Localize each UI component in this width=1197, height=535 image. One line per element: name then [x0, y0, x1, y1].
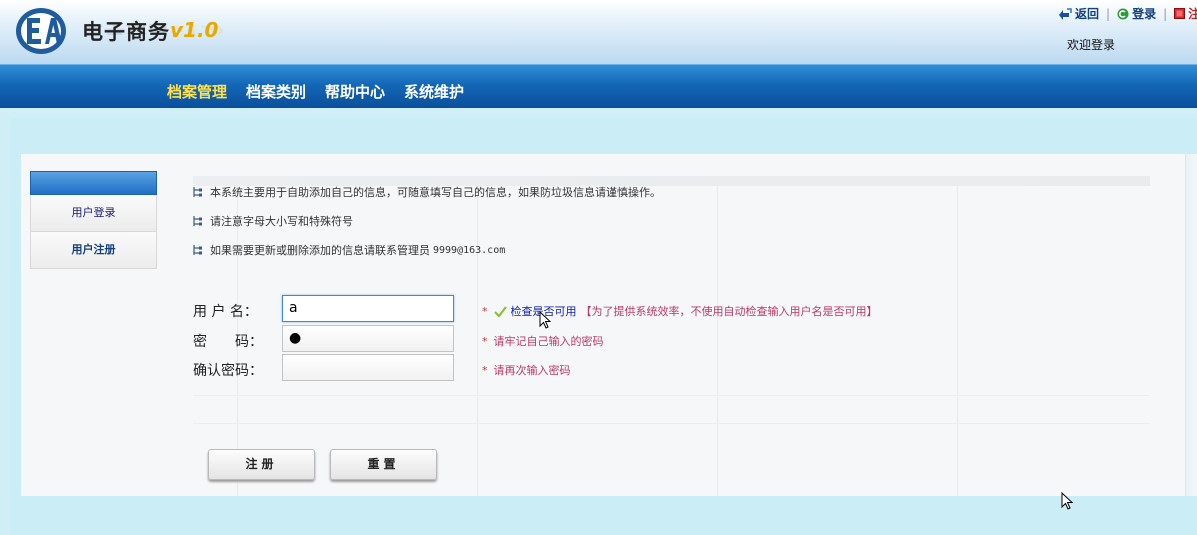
- login-link[interactable]: 登录: [1117, 5, 1156, 22]
- logo-reflection-version: v1.0: [170, 22, 225, 36]
- grid-line: [717, 186, 718, 496]
- password-label: 密 码：: [193, 334, 263, 350]
- note-item: 如果需要更新或删除添加的信息请联系管理员 9999@163.com: [193, 242, 505, 258]
- top-links: 返回 | 登录 | 注: [1058, 5, 1197, 22]
- password-hint-text: 请牢记自己输入的密码: [493, 335, 604, 348]
- sidebar-item-user-register[interactable]: 用户注册: [30, 232, 157, 269]
- nav-item-archive-category[interactable]: 档案类别: [246, 81, 306, 102]
- mouse-cursor-icon: [1061, 492, 1073, 510]
- logout-icon: [1174, 8, 1186, 19]
- main-nav: 档案管理 档案类别 帮助中心 系统维护: [167, 81, 483, 102]
- username-hint-text: 【为了提供系统效率，不使用自动检查输入用户名是否可用】: [580, 305, 878, 318]
- grid-line: [477, 186, 478, 496]
- back-link[interactable]: 返回: [1058, 5, 1099, 22]
- mouse-cursor-icon: [539, 311, 551, 329]
- nav-item-archive-management[interactable]: 档案管理: [167, 81, 227, 102]
- sidebar: 用户登录 用户注册: [30, 171, 157, 269]
- required-star: *: [482, 363, 488, 377]
- grid-line: [957, 186, 958, 496]
- reset-button[interactable]: 重置: [330, 449, 437, 480]
- header: 电子商务 v1.0 电子商务v1.0 返回 | 登录 | 注 欢迎登录: [0, 0, 1197, 64]
- link-separator: |: [1163, 6, 1168, 21]
- tree-node-icon: [193, 215, 202, 226]
- tree-node-icon: [193, 186, 202, 197]
- ea-logo-icon: [16, 8, 66, 54]
- sidebar-header: [30, 171, 157, 195]
- nav-item-system-maintenance[interactable]: 系统维护: [404, 81, 464, 102]
- username-label: 用 户 名：: [193, 304, 258, 320]
- login-icon: [1117, 8, 1129, 19]
- logout-link-label: 注: [1188, 7, 1197, 21]
- confirm-password-hint-text: 请再次输入密码: [493, 364, 571, 377]
- note-item: 请注意字母大小写和特殊符号: [193, 213, 353, 229]
- logout-link[interactable]: 注: [1174, 5, 1197, 22]
- back-arrow-icon: [1059, 7, 1072, 20]
- scrollbar[interactable]: [1186, 154, 1197, 496]
- link-separator: |: [1106, 6, 1111, 21]
- grid-line: [193, 395, 1150, 396]
- tree-node-icon: [193, 244, 202, 255]
- nav-item-help-center[interactable]: 帮助中心: [325, 81, 385, 102]
- main-nav-bar: 档案管理 档案类别 帮助中心 系统维护: [0, 64, 1197, 108]
- note-text: 本系统主要用于自助添加自己的信息，可随意填写自己的信息，如果防垃圾信息请谨慎操作…: [210, 186, 661, 199]
- check-icon: [493, 305, 507, 317]
- note-text: 请注意字母大小写和特殊符号: [210, 215, 353, 228]
- logo-reflection: 电子商务v1.0: [82, 22, 225, 39]
- back-link-label: 返回: [1075, 7, 1100, 21]
- username-input[interactable]: a: [282, 295, 454, 322]
- required-star: *: [482, 334, 488, 348]
- confirm-password-input[interactable]: [282, 354, 454, 381]
- confirm-password-label: 确认密码：: [193, 363, 263, 379]
- sidebar-item-user-login[interactable]: 用户登录: [30, 195, 157, 232]
- note-text: 如果需要更新或删除添加的信息请联系管理员: [210, 244, 430, 257]
- logo-reflection-title: 电子商务: [82, 22, 170, 36]
- password-input[interactable]: ●: [282, 325, 454, 352]
- login-link-label: 登录: [1132, 7, 1157, 21]
- note-item: 本系统主要用于自助添加自己的信息，可随意填写自己的信息，如果防垃圾信息请谨慎操作…: [193, 184, 661, 200]
- required-star: *: [482, 304, 488, 318]
- register-button[interactable]: 注册: [208, 449, 315, 480]
- admin-email: 9999@163.com: [433, 244, 506, 256]
- content-panel: [21, 154, 1185, 496]
- welcome-text: 欢迎登录: [1067, 38, 1116, 52]
- password-hint: * 请牢记自己输入的密码: [482, 333, 604, 349]
- grid-line: [193, 423, 1150, 424]
- confirm-password-hint: * 请再次输入密码: [482, 362, 571, 378]
